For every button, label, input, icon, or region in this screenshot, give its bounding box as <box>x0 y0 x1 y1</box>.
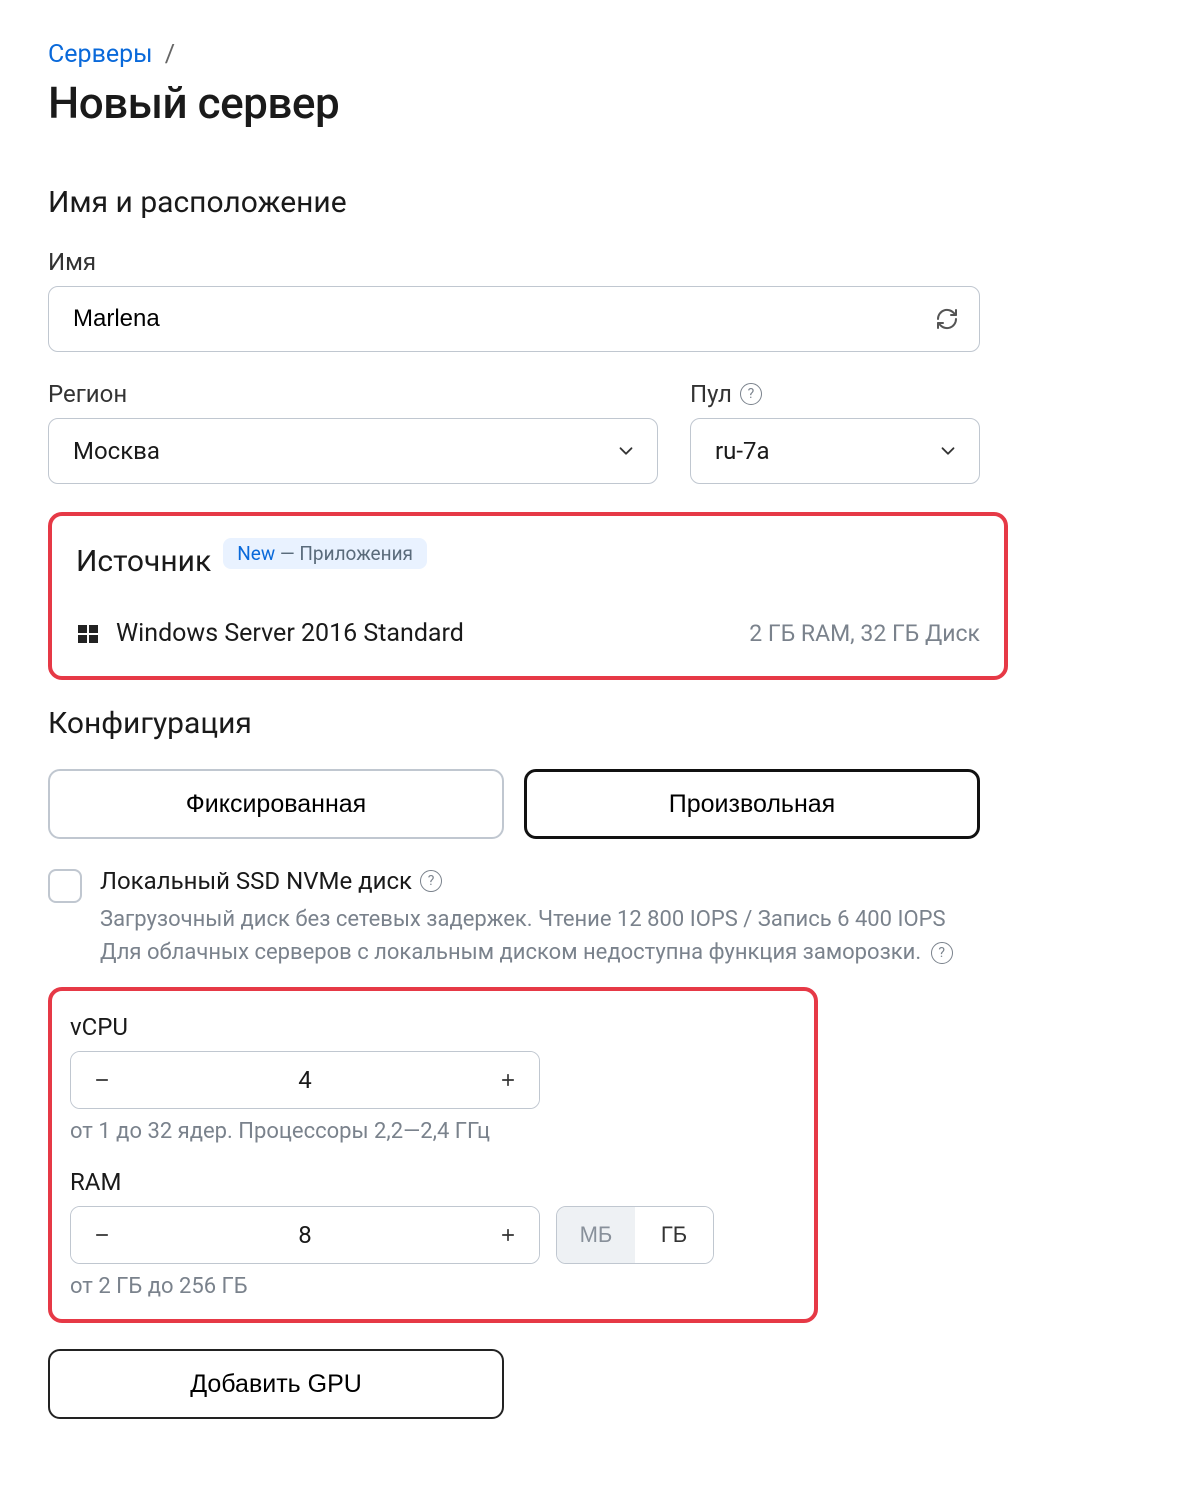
pool-select[interactable]: ru-7a <box>690 418 980 484</box>
help-icon[interactable]: ? <box>420 870 442 892</box>
region-label: Регион <box>48 380 658 408</box>
source-os-spec: 2 ГБ RAM, 32 ГБ Диск <box>749 620 980 647</box>
breadcrumb-separator: / <box>165 40 175 69</box>
section-title-config: Конфигурация <box>48 706 1134 741</box>
ram-stepper: 8 <box>70 1206 540 1264</box>
source-selection-row[interactable]: Windows Server 2016 Standard 2 ГБ RAM, 3… <box>76 619 980 648</box>
add-gpu-button[interactable]: Добавить GPU <box>48 1349 504 1419</box>
source-highlight-box: Источник New — Приложения Windows Server… <box>48 512 1008 680</box>
vcpu-value[interactable]: 4 <box>133 1066 477 1094</box>
pool-value: ru-7a <box>715 437 770 465</box>
vcpu-hint: от 1 до 32 ядер. Процессоры 2,2—2,4 ГГц <box>70 1119 796 1144</box>
section-title-name-location: Имя и расположение <box>48 185 1134 220</box>
section-title-source: Источник <box>76 544 211 579</box>
windows-icon <box>76 622 100 646</box>
name-label: Имя <box>48 248 1134 276</box>
tab-custom[interactable]: Произвольная <box>524 769 980 839</box>
ram-value[interactable]: 8 <box>133 1221 477 1249</box>
vcpu-increment-button[interactable] <box>477 1052 539 1108</box>
help-icon[interactable]: ? <box>740 383 762 405</box>
ram-label: RAM <box>70 1168 796 1196</box>
tab-fixed[interactable]: Фиксированная <box>48 769 504 839</box>
region-select[interactable]: Москва <box>48 418 658 484</box>
config-highlight-box: vCPU 4 от 1 до 32 ядер. Процессоры 2,2—2… <box>48 987 818 1323</box>
name-input-wrap[interactable] <box>48 286 980 352</box>
ram-unit-toggle: МБ ГБ <box>556 1206 714 1264</box>
ram-unit-gb[interactable]: ГБ <box>635 1207 713 1263</box>
local-ssd-checkbox[interactable] <box>48 869 82 903</box>
help-icon[interactable]: ? <box>931 942 953 964</box>
pool-label: Пул ? <box>690 380 980 408</box>
region-value: Москва <box>73 437 160 465</box>
ram-increment-button[interactable] <box>477 1207 539 1263</box>
new-apps-badge[interactable]: New — Приложения <box>223 538 427 569</box>
vcpu-stepper: 4 <box>70 1051 540 1109</box>
vcpu-decrement-button[interactable] <box>71 1052 133 1108</box>
source-os-name: Windows Server 2016 Standard <box>116 619 464 648</box>
regenerate-icon[interactable] <box>935 307 959 331</box>
local-ssd-description: Загрузочный диск без сетевых задержек. Ч… <box>100 903 953 969</box>
ram-hint: от 2 ГБ до 256 ГБ <box>70 1274 796 1299</box>
ram-unit-mb[interactable]: МБ <box>557 1207 635 1263</box>
name-input[interactable] <box>73 305 955 333</box>
page-title: Новый сервер <box>48 77 1134 129</box>
ram-decrement-button[interactable] <box>71 1207 133 1263</box>
breadcrumb-parent-link[interactable]: Серверы <box>48 40 153 69</box>
vcpu-label: vCPU <box>70 1013 796 1041</box>
local-ssd-label: Локальный SSD NVMe диск ? <box>100 867 953 895</box>
chevron-down-icon <box>615 440 637 462</box>
chevron-down-icon <box>937 440 959 462</box>
breadcrumb: Серверы / <box>48 40 1134 69</box>
